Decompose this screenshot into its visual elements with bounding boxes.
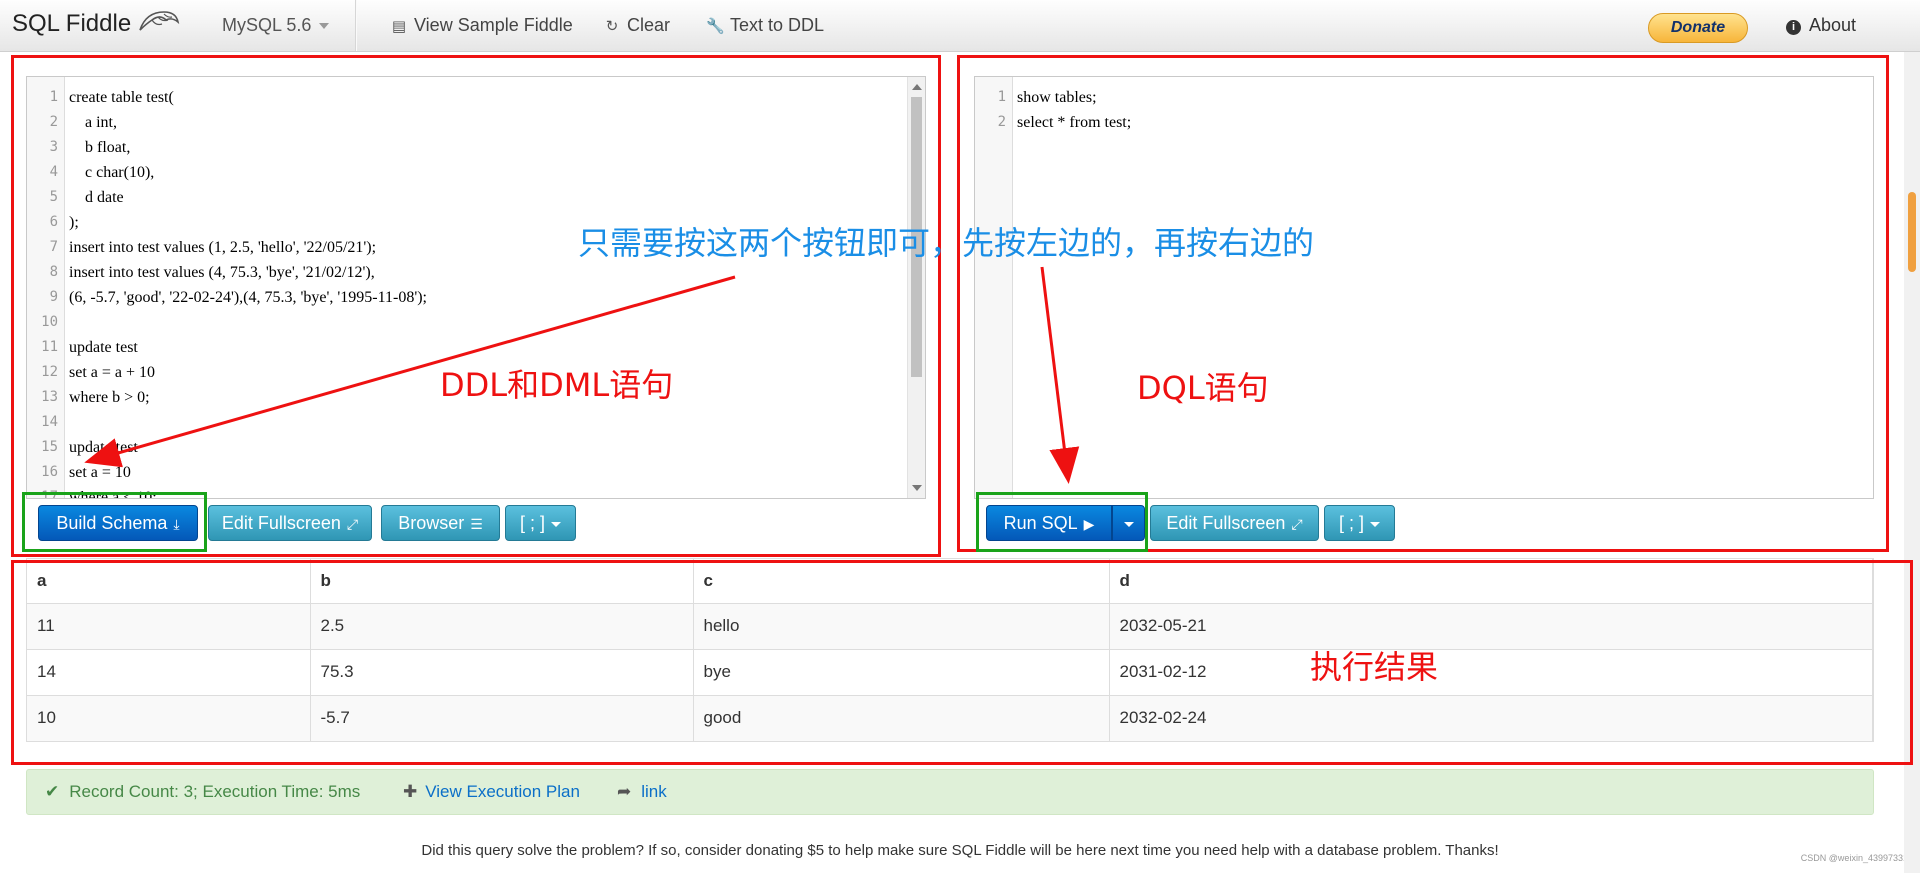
view-execution-plan-link[interactable]: ✚ View Execution Plan xyxy=(403,782,580,802)
database-version-label: MySQL 5.6 xyxy=(222,15,312,35)
plus-icon: ✚ xyxy=(403,782,418,801)
database-version-dropdown[interactable]: MySQL 5.6 xyxy=(222,15,330,36)
about-link[interactable]: i About xyxy=(1786,15,1856,36)
clear-label: Clear xyxy=(627,15,671,35)
schema-panel-highlight xyxy=(11,55,941,557)
permalink-label: link xyxy=(641,782,667,801)
dolphin-logo-icon xyxy=(139,11,180,31)
donation-footer: Did this query solve the problem? If so,… xyxy=(421,842,1499,859)
permalink-link[interactable]: ➦ link xyxy=(617,782,667,802)
brand-title[interactable]: SQL Fiddle xyxy=(12,10,131,38)
about-label: About xyxy=(1809,15,1857,35)
view-plan-label: View Execution Plan xyxy=(425,782,580,801)
text-to-ddl-link[interactable]: 🔧 Text to DDL xyxy=(706,15,824,36)
chevron-down-icon xyxy=(319,23,330,30)
watermark: CSDN @weixin_43997331 xyxy=(1800,853,1908,863)
list-icon: ▤ xyxy=(391,18,407,35)
share-icon: ➦ xyxy=(617,782,632,801)
view-sample-label: View Sample Fiddle xyxy=(414,15,573,35)
record-count-text: Record Count: 3; Execution Time: 5ms xyxy=(69,782,361,801)
check-icon: ✔ xyxy=(45,782,60,801)
query-panel-highlight xyxy=(957,55,1889,552)
view-sample-fiddle-link[interactable]: ▤ View Sample Fiddle xyxy=(390,15,573,36)
record-count-status: ✔ Record Count: 3; Execution Time: 5ms xyxy=(45,782,360,802)
refresh-icon: ↻ xyxy=(605,18,619,35)
dql-annotation: DQL语句 xyxy=(1137,369,1269,407)
build-schema-highlight xyxy=(22,492,207,552)
donate-button[interactable]: Donate xyxy=(1648,13,1748,43)
wrench-icon: 🔧 xyxy=(706,18,725,35)
nav-divider xyxy=(355,0,357,51)
instruction-annotation: 只需要按这两个按钮即可，先按左边的，再按右边的 xyxy=(578,224,1315,262)
info-icon: i xyxy=(1786,20,1801,35)
text-to-ddl-label: Text to DDL xyxy=(730,15,825,35)
ddl-dml-annotation: DDL和DML语句 xyxy=(440,366,674,404)
clear-link[interactable]: ↻ Clear xyxy=(603,15,670,36)
page-scroll-thumb[interactable] xyxy=(1908,192,1916,272)
top-navbar: SQL Fiddle MySQL 5.6 ▤ View Sample Fiddle… xyxy=(0,0,1920,52)
results-highlight xyxy=(11,560,1913,765)
run-sql-highlight xyxy=(976,492,1148,552)
result-annotation: 执行结果 xyxy=(1310,648,1439,686)
execution-status-bar: ✔ Record Count: 3; Execution Time: 5ms ✚ V… xyxy=(26,769,1874,815)
